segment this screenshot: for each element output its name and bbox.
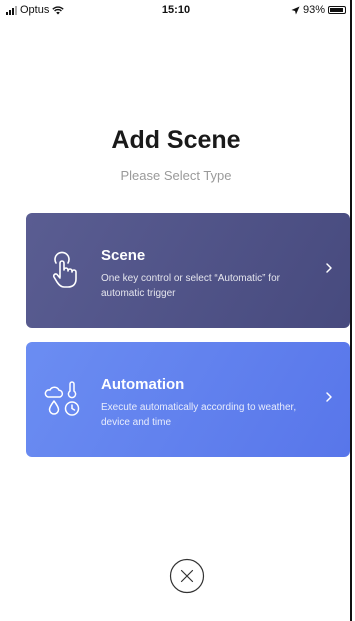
scene-card-description: One key control or select “Automatic” fo…	[101, 273, 280, 299]
scene-card[interactable]: Scene One key control or select “Automat…	[26, 213, 350, 328]
status-right: 93%	[291, 4, 346, 16]
chevron-right-icon	[326, 392, 332, 402]
close-circle-icon[interactable]	[169, 558, 205, 594]
status-bar: Optus 15:10 93%	[0, 0, 352, 22]
location-arrow-icon	[291, 5, 300, 15]
phone-screen: Optus 15:10 93% Add Scene Please Select …	[0, 0, 352, 621]
chevron-right-icon	[326, 263, 332, 273]
page-title: Add Scene	[111, 126, 241, 154]
automation-card[interactable]: Automation Execute automatically accordi…	[26, 342, 350, 457]
page-subtitle: Please Select Type	[120, 168, 232, 183]
scene-card-title: Scene	[101, 247, 146, 264]
hand-tap-icon	[52, 251, 77, 288]
automation-card-description: Execute automatically according to weath…	[101, 402, 297, 428]
automation-card-title: Automation	[101, 376, 185, 393]
battery-icon	[328, 6, 346, 14]
battery-percent: 93%	[302, 4, 325, 16]
weather-time-icon	[44, 381, 80, 416]
